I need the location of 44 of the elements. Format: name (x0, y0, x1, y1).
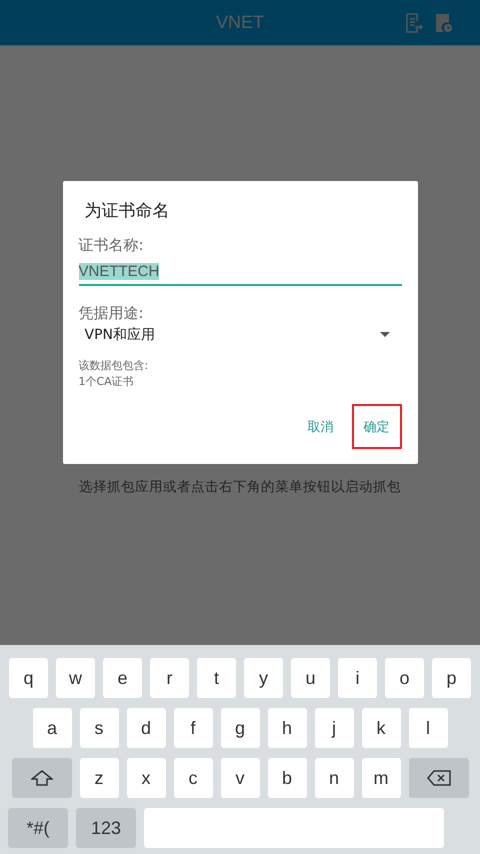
field-label: 证书名称: (78, 236, 145, 255)
key[interactable]: i (338, 658, 377, 698)
field-label: 凭据用途: (78, 304, 145, 323)
backspace-key[interactable] (408, 758, 468, 798)
key[interactable]: x (126, 758, 166, 798)
dropdown-arrow-icon (380, 332, 390, 338)
key[interactable]: g (220, 708, 260, 748)
info-text: 该数据包包含: (78, 358, 150, 374)
key[interactable]: y (244, 658, 283, 698)
key[interactable]: a (32, 708, 72, 748)
key[interactable]: v (220, 758, 260, 798)
dialog-title: 为证书命名 (84, 200, 170, 222)
shift-icon (30, 770, 52, 786)
hint-text: 选择抓包应用或者点击右下角的菜单按钮以启动抓包 (79, 478, 401, 496)
key[interactable]: r (150, 658, 189, 698)
dropdown[interactable]: VPN和应用 (78, 323, 402, 344)
key[interactable]: q (9, 658, 48, 698)
key[interactable]: u (291, 658, 330, 698)
key[interactable]: m (362, 758, 400, 798)
key[interactable]: j (314, 708, 354, 748)
key[interactable]: b (268, 758, 306, 798)
key[interactable]: o (385, 658, 424, 698)
key[interactable]: d (126, 708, 166, 748)
key[interactable]: t (197, 658, 236, 698)
key[interactable]: w (56, 658, 95, 698)
document-export-icon[interactable] (405, 13, 423, 33)
key[interactable]: 123 (76, 808, 136, 848)
shift-key[interactable] (12, 758, 72, 798)
key[interactable]: n (314, 758, 354, 798)
key[interactable]: l (408, 708, 448, 748)
key[interactable]: p (432, 658, 471, 698)
key[interactable]: c (174, 758, 212, 798)
key[interactable]: *#( (8, 808, 68, 848)
key[interactable]: s (80, 708, 118, 748)
backspace-icon (426, 770, 450, 786)
key[interactable]: f (174, 708, 212, 748)
space-key[interactable] (144, 808, 444, 848)
info-text: 1个CA证书 (78, 374, 135, 390)
key[interactable]: k (362, 708, 400, 748)
key[interactable]: z (80, 758, 118, 798)
calendar-clock-icon[interactable] (435, 13, 453, 33)
app-title: VNET (216, 12, 264, 33)
key[interactable]: e (103, 658, 142, 698)
key[interactable]: h (268, 708, 306, 748)
